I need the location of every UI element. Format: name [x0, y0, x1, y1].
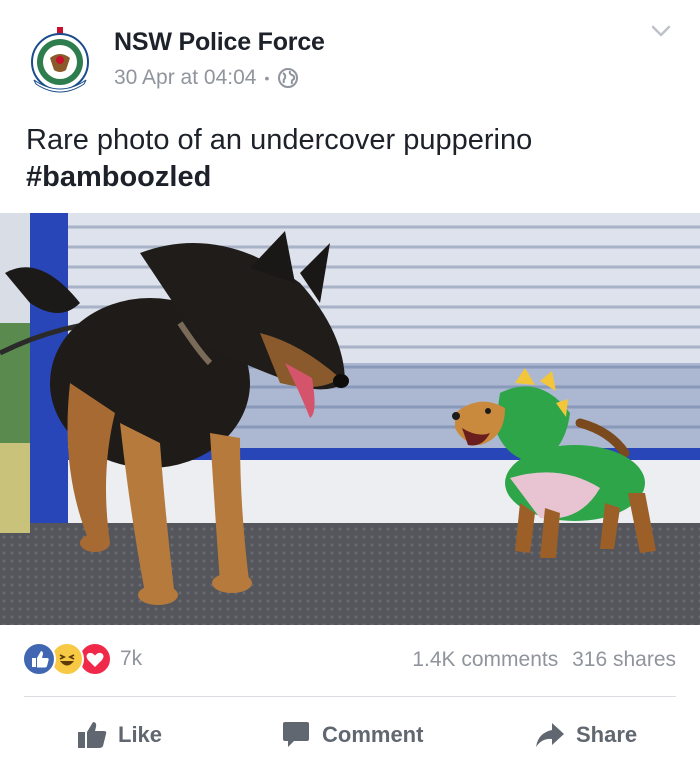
hashtag-link[interactable]: #bamboozled — [26, 159, 532, 196]
facebook-post: NSW Police Force 30 Apr at 04:04 • Rare … — [0, 0, 700, 769]
share-button[interactable]: Share — [534, 716, 637, 754]
reaction-summary[interactable]: 7k — [22, 642, 142, 676]
chevron-down-icon[interactable] — [648, 20, 674, 42]
thumbs-up-icon — [78, 722, 107, 748]
post-header: NSW Police Force 30 Apr at 04:04 • — [0, 0, 700, 110]
like-icon — [22, 642, 56, 676]
post-timestamp[interactable]: 30 Apr at 04:04 — [114, 66, 256, 90]
like-label: Like — [118, 722, 163, 747]
meta-separator: • — [264, 70, 270, 86]
photo-illustration — [0, 213, 700, 625]
comment-label: Comment — [322, 722, 424, 747]
reaction-count: 7k — [120, 647, 143, 670]
post-text: Rare photo of an undercover pupperino #b… — [26, 122, 532, 196]
like-button[interactable]: Like — [76, 716, 162, 754]
post-meta: 30 Apr at 04:04 • — [114, 66, 299, 90]
comment-button[interactable]: Comment — [280, 716, 423, 754]
divider — [24, 696, 676, 697]
post-photo[interactable] — [0, 213, 700, 625]
share-label: Share — [576, 722, 638, 747]
comment-icon — [283, 722, 309, 747]
globe-icon[interactable] — [277, 67, 299, 89]
engagement-counts: 1.4K comments 316 shares — [404, 648, 676, 672]
comments-count[interactable]: 1.4K comments — [412, 648, 558, 671]
action-bar: Like Comment Share — [0, 706, 700, 762]
post-text-line: Rare photo of an undercover pupperino — [26, 124, 533, 156]
share-arrow-icon — [536, 723, 564, 747]
shares-count[interactable]: 316 shares — [572, 648, 676, 671]
page-avatar[interactable] — [28, 24, 92, 94]
page-name[interactable]: NSW Police Force — [114, 28, 325, 57]
